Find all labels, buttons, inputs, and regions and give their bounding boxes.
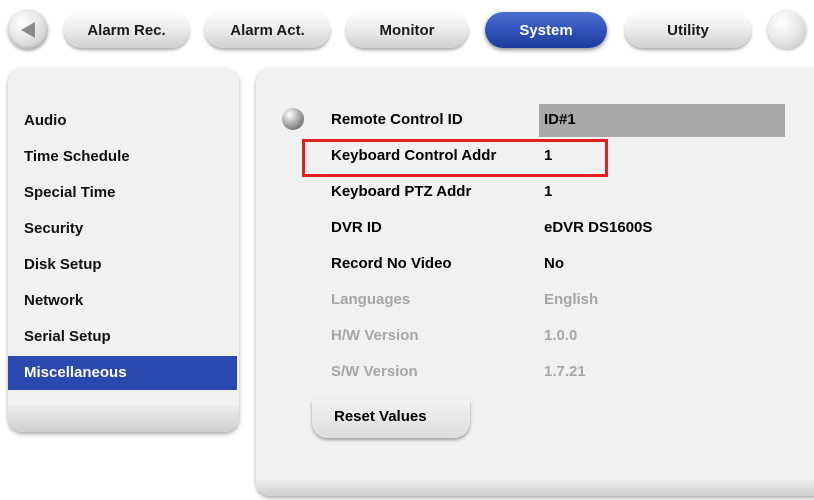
sidebar-item-label: Audio	[24, 112, 67, 129]
sidebar-item-label: Security	[24, 220, 84, 237]
record-no-video-value[interactable]: No	[544, 246, 564, 282]
panel-bottom-bar	[8, 406, 239, 432]
keyboard-ptz-addr-label: Keyboard PTZ Addr	[331, 183, 472, 200]
left-arrow-icon	[21, 22, 35, 38]
remote-control-id-label: Remote Control ID	[331, 111, 463, 128]
remote-control-id-value[interactable]: ID#1	[544, 102, 576, 138]
sidebar-item-label: Serial Setup	[24, 328, 111, 345]
reset-values-button[interactable]: Reset Values	[312, 400, 470, 438]
reset-values-label: Reset Values	[334, 408, 427, 425]
sidebar-item-label: Network	[24, 292, 84, 309]
dvr-id-label: DVR ID	[331, 219, 382, 236]
tab-alarm-rec[interactable]: Alarm Rec.	[64, 12, 189, 48]
sidebar-item-serial-setup[interactable]: Serial Setup	[8, 320, 237, 354]
panel-bottom-bar	[256, 480, 814, 496]
tab-label: Monitor	[379, 21, 435, 39]
selected-value-field[interactable]	[539, 104, 785, 137]
sidebar-item-audio[interactable]: Audio	[8, 104, 237, 138]
sidebar-item-label: Time Schedule	[24, 148, 130, 165]
sidebar-item-label: Disk Setup	[24, 256, 102, 273]
sw-version-value: 1.7.21	[544, 363, 586, 380]
cursor-knob-icon	[282, 108, 304, 130]
sidebar-item-special-time[interactable]: Special Time	[8, 176, 237, 210]
tab-label: Alarm Act.	[230, 21, 305, 39]
tab-label: Alarm Rec.	[87, 21, 166, 39]
hw-version-value: 1.0.0	[544, 327, 578, 344]
record-no-video-label: Record No Video	[331, 255, 452, 272]
sidebar-item-disk-setup[interactable]: Disk Setup	[8, 248, 237, 282]
languages-label: Languages	[331, 291, 411, 308]
keyboard-ptz-addr-value[interactable]: 1	[544, 174, 552, 210]
next-button[interactable]	[768, 11, 806, 49]
tab-alarm-act[interactable]: Alarm Act.	[205, 12, 330, 48]
languages-value: English	[544, 291, 599, 308]
hw-version-label: H/W Version	[331, 327, 419, 344]
tab-system[interactable]: System	[485, 12, 607, 48]
tab-utility[interactable]: Utility	[625, 12, 751, 48]
sidebar-item-time-schedule[interactable]: Time Schedule	[8, 140, 237, 174]
back-button[interactable]	[8, 10, 48, 50]
tab-label: System	[519, 21, 573, 39]
highlight-box	[302, 139, 608, 177]
tab-label: Utility	[667, 21, 709, 39]
sidebar-item-label: Special Time	[24, 184, 116, 201]
sw-version-label: S/W Version	[331, 363, 418, 380]
sidebar-item-network[interactable]: Network	[8, 284, 237, 318]
sidebar-item-security[interactable]: Security	[8, 212, 237, 246]
sidebar-item-label: Miscellaneous	[24, 364, 127, 381]
sidebar-item-miscellaneous[interactable]: Miscellaneous	[8, 356, 237, 390]
dvr-id-value[interactable]: eDVR DS1600S	[544, 210, 652, 246]
sidebar-menu: Audio Time Schedule Special Time Securit…	[8, 68, 239, 432]
tab-monitor[interactable]: Monitor	[346, 12, 468, 48]
